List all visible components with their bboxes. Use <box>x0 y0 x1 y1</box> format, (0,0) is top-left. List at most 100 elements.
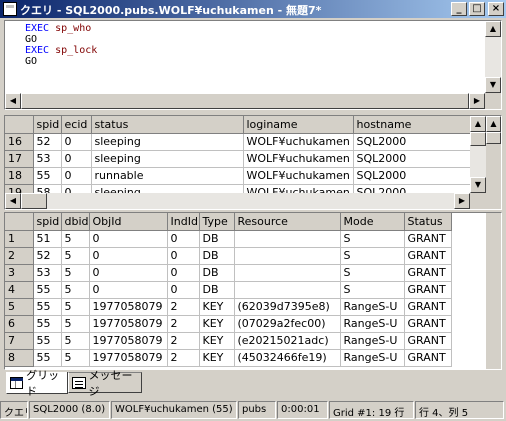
scroll-left-icon[interactable]: ◀ <box>5 193 21 209</box>
table-cell[interactable]: GRANT <box>404 349 452 367</box>
table-cell[interactable]: 0 <box>89 230 168 248</box>
table-row[interactable]: 17 53 0 sleeping WOLF¥uchukamen SQL2000 <box>5 150 471 168</box>
table-cell[interactable]: S <box>340 281 405 299</box>
row-header[interactable]: 8 <box>5 349 34 367</box>
scroll-down-icon[interactable]: ▼ <box>470 177 486 193</box>
table-cell[interactable]: SQL2000 <box>353 167 471 185</box>
table-row[interactable]: 7 55 5 1977058079 2 KEY (e20215021adc) R… <box>5 332 452 350</box>
table-cell[interactable] <box>234 230 341 248</box>
table-cell[interactable] <box>234 264 341 282</box>
row-header[interactable]: 6 <box>5 315 34 333</box>
table-cell[interactable]: 5 <box>61 332 90 350</box>
table-cell[interactable] <box>234 281 341 299</box>
table-cell[interactable]: 0 <box>89 281 168 299</box>
row-header[interactable]: 16 <box>5 133 34 151</box>
table-cell[interactable]: 2 <box>167 332 200 350</box>
row-header[interactable]: 5 <box>5 298 34 316</box>
table-cell[interactable]: (e20215021adc) <box>234 332 341 350</box>
scroll-up-icon[interactable]: ▲ <box>486 116 501 132</box>
scroll-up-icon[interactable]: ▲ <box>470 116 486 132</box>
table-cell[interactable]: KEY <box>199 315 235 333</box>
column-header[interactable]: spid <box>33 116 62 134</box>
query-window-icon[interactable] <box>3 2 17 16</box>
table-cell[interactable]: GRANT <box>404 315 452 333</box>
tab-grid[interactable]: グリッド <box>6 369 68 398</box>
row-header[interactable]: 1 <box>5 230 34 248</box>
scroll-left-icon[interactable]: ◀ <box>5 93 21 109</box>
editor-horizontal-scrollbar[interactable]: ◀ ▶ <box>5 93 485 109</box>
column-header[interactable]: IndId <box>167 213 200 231</box>
row-header[interactable]: 17 <box>5 150 34 168</box>
corner-header[interactable] <box>5 213 34 231</box>
column-header[interactable]: loginame <box>243 116 354 134</box>
table-cell[interactable]: 55 <box>33 167 62 185</box>
row-header[interactable]: 3 <box>5 264 34 282</box>
table-cell[interactable]: (07029a2fec00) <box>234 315 341 333</box>
table-cell[interactable]: (62039d7395e8) <box>234 298 341 316</box>
column-header[interactable]: ObjId <box>89 213 168 231</box>
table-cell[interactable]: DB <box>199 281 235 299</box>
table-cell[interactable]: S <box>340 247 405 265</box>
table-cell[interactable]: GRANT <box>404 298 452 316</box>
results-pane-scrollbar[interactable]: ▲ <box>486 116 501 193</box>
table-cell[interactable]: KEY <box>199 349 235 367</box>
maximize-button[interactable]: □ <box>469 2 485 16</box>
table-cell[interactable]: RangeS-U <box>340 349 405 367</box>
tab-messages[interactable]: メッセージ <box>68 369 142 398</box>
table-cell[interactable]: 2 <box>167 315 200 333</box>
table-cell[interactable]: 0 <box>167 281 200 299</box>
minimize-button[interactable]: _ <box>451 2 467 16</box>
table-row[interactable]: 2 52 5 0 0 DB S GRANT <box>5 247 452 265</box>
table-cell[interactable]: 5 <box>61 349 90 367</box>
table-cell[interactable]: S <box>340 230 405 248</box>
title-bar[interactable]: クエリ - SQL2000.pubs.WOLF¥uchukamen - 無題7*… <box>0 0 506 18</box>
table-cell[interactable]: 0 <box>61 167 92 185</box>
table-cell[interactable]: GRANT <box>404 332 452 350</box>
table-cell[interactable]: DB <box>199 230 235 248</box>
table-cell[interactable]: 1977058079 <box>89 315 168 333</box>
table-cell[interactable]: sleeping <box>91 133 244 151</box>
table-cell[interactable] <box>234 247 341 265</box>
table-cell[interactable]: 55 <box>33 349 62 367</box>
table-row[interactable]: 18 55 0 runnable WOLF¥uchukamen SQL2000 <box>5 167 471 185</box>
table-cell[interactable]: 0 <box>167 264 200 282</box>
table-cell[interactable]: runnable <box>91 167 244 185</box>
table-cell[interactable]: 52 <box>33 133 62 151</box>
table-cell[interactable]: 5 <box>61 247 90 265</box>
column-header[interactable]: Mode <box>340 213 405 231</box>
who-hscroll-thumb[interactable] <box>21 193 47 209</box>
table-cell[interactable]: RangeS-U <box>340 298 405 316</box>
table-cell[interactable]: RangeS-U <box>340 332 405 350</box>
table-cell[interactable]: 0 <box>61 150 92 168</box>
table-cell[interactable]: 55 <box>33 281 62 299</box>
table-cell[interactable]: 0 <box>89 247 168 265</box>
who-horizontal-scrollbar[interactable]: ◀ ▶ <box>5 193 470 209</box>
results-pane-scrollbar-lower[interactable] <box>486 213 501 369</box>
corner-header[interactable] <box>5 116 34 134</box>
table-row[interactable]: 8 55 5 1977058079 2 KEY (45032466fe19) R… <box>5 349 452 367</box>
row-header[interactable]: 4 <box>5 281 34 299</box>
table-cell[interactable]: 55 <box>33 315 62 333</box>
editor-vertical-scrollbar[interactable]: ▲ ▼ <box>485 21 501 93</box>
editor-scroll-thumb[interactable] <box>21 93 469 109</box>
table-cell[interactable]: 53 <box>33 150 62 168</box>
table-row[interactable]: 1 51 5 0 0 DB S GRANT <box>5 230 452 248</box>
table-row[interactable]: 3 53 5 0 0 DB S GRANT <box>5 264 452 282</box>
table-row[interactable]: 5 55 5 1977058079 2 KEY (62039d7395e8) R… <box>5 298 452 316</box>
scroll-down-icon[interactable]: ▼ <box>485 77 501 93</box>
table-cell[interactable]: WOLF¥uchukamen <box>243 150 354 168</box>
row-header[interactable]: 2 <box>5 247 34 265</box>
table-cell[interactable]: sleeping <box>91 150 244 168</box>
row-header[interactable]: 7 <box>5 332 34 350</box>
table-cell[interactable]: 53 <box>33 264 62 282</box>
table-cell[interactable]: SQL2000 <box>353 150 471 168</box>
results-grid-lock[interactable]: spid dbid ObjId IndId Type Resource Mode… <box>4 212 502 370</box>
table-cell[interactable]: S <box>340 264 405 282</box>
column-header[interactable]: spid <box>33 213 62 231</box>
table-cell[interactable]: WOLF¥uchukamen <box>243 167 354 185</box>
column-header[interactable]: Status <box>404 213 452 231</box>
sql-editor-text[interactable]: EXEC sp_who GO EXEC sp_lock GO <box>5 21 487 95</box>
table-cell[interactable]: 5 <box>61 281 90 299</box>
table-cell[interactable]: 1977058079 <box>89 332 168 350</box>
column-header[interactable]: Type <box>199 213 235 231</box>
